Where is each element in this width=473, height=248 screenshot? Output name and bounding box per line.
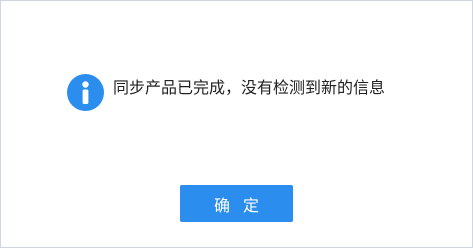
ok-button[interactable]: 确 定 bbox=[180, 185, 293, 222]
message-row: 同步产品已完成，没有检测到新的信息 bbox=[67, 74, 385, 111]
message-dialog: 同步产品已完成，没有检测到新的信息 确 定 bbox=[0, 0, 473, 248]
dialog-message: 同步产品已完成，没有检测到新的信息 bbox=[113, 77, 386, 97]
info-icon bbox=[67, 74, 104, 111]
